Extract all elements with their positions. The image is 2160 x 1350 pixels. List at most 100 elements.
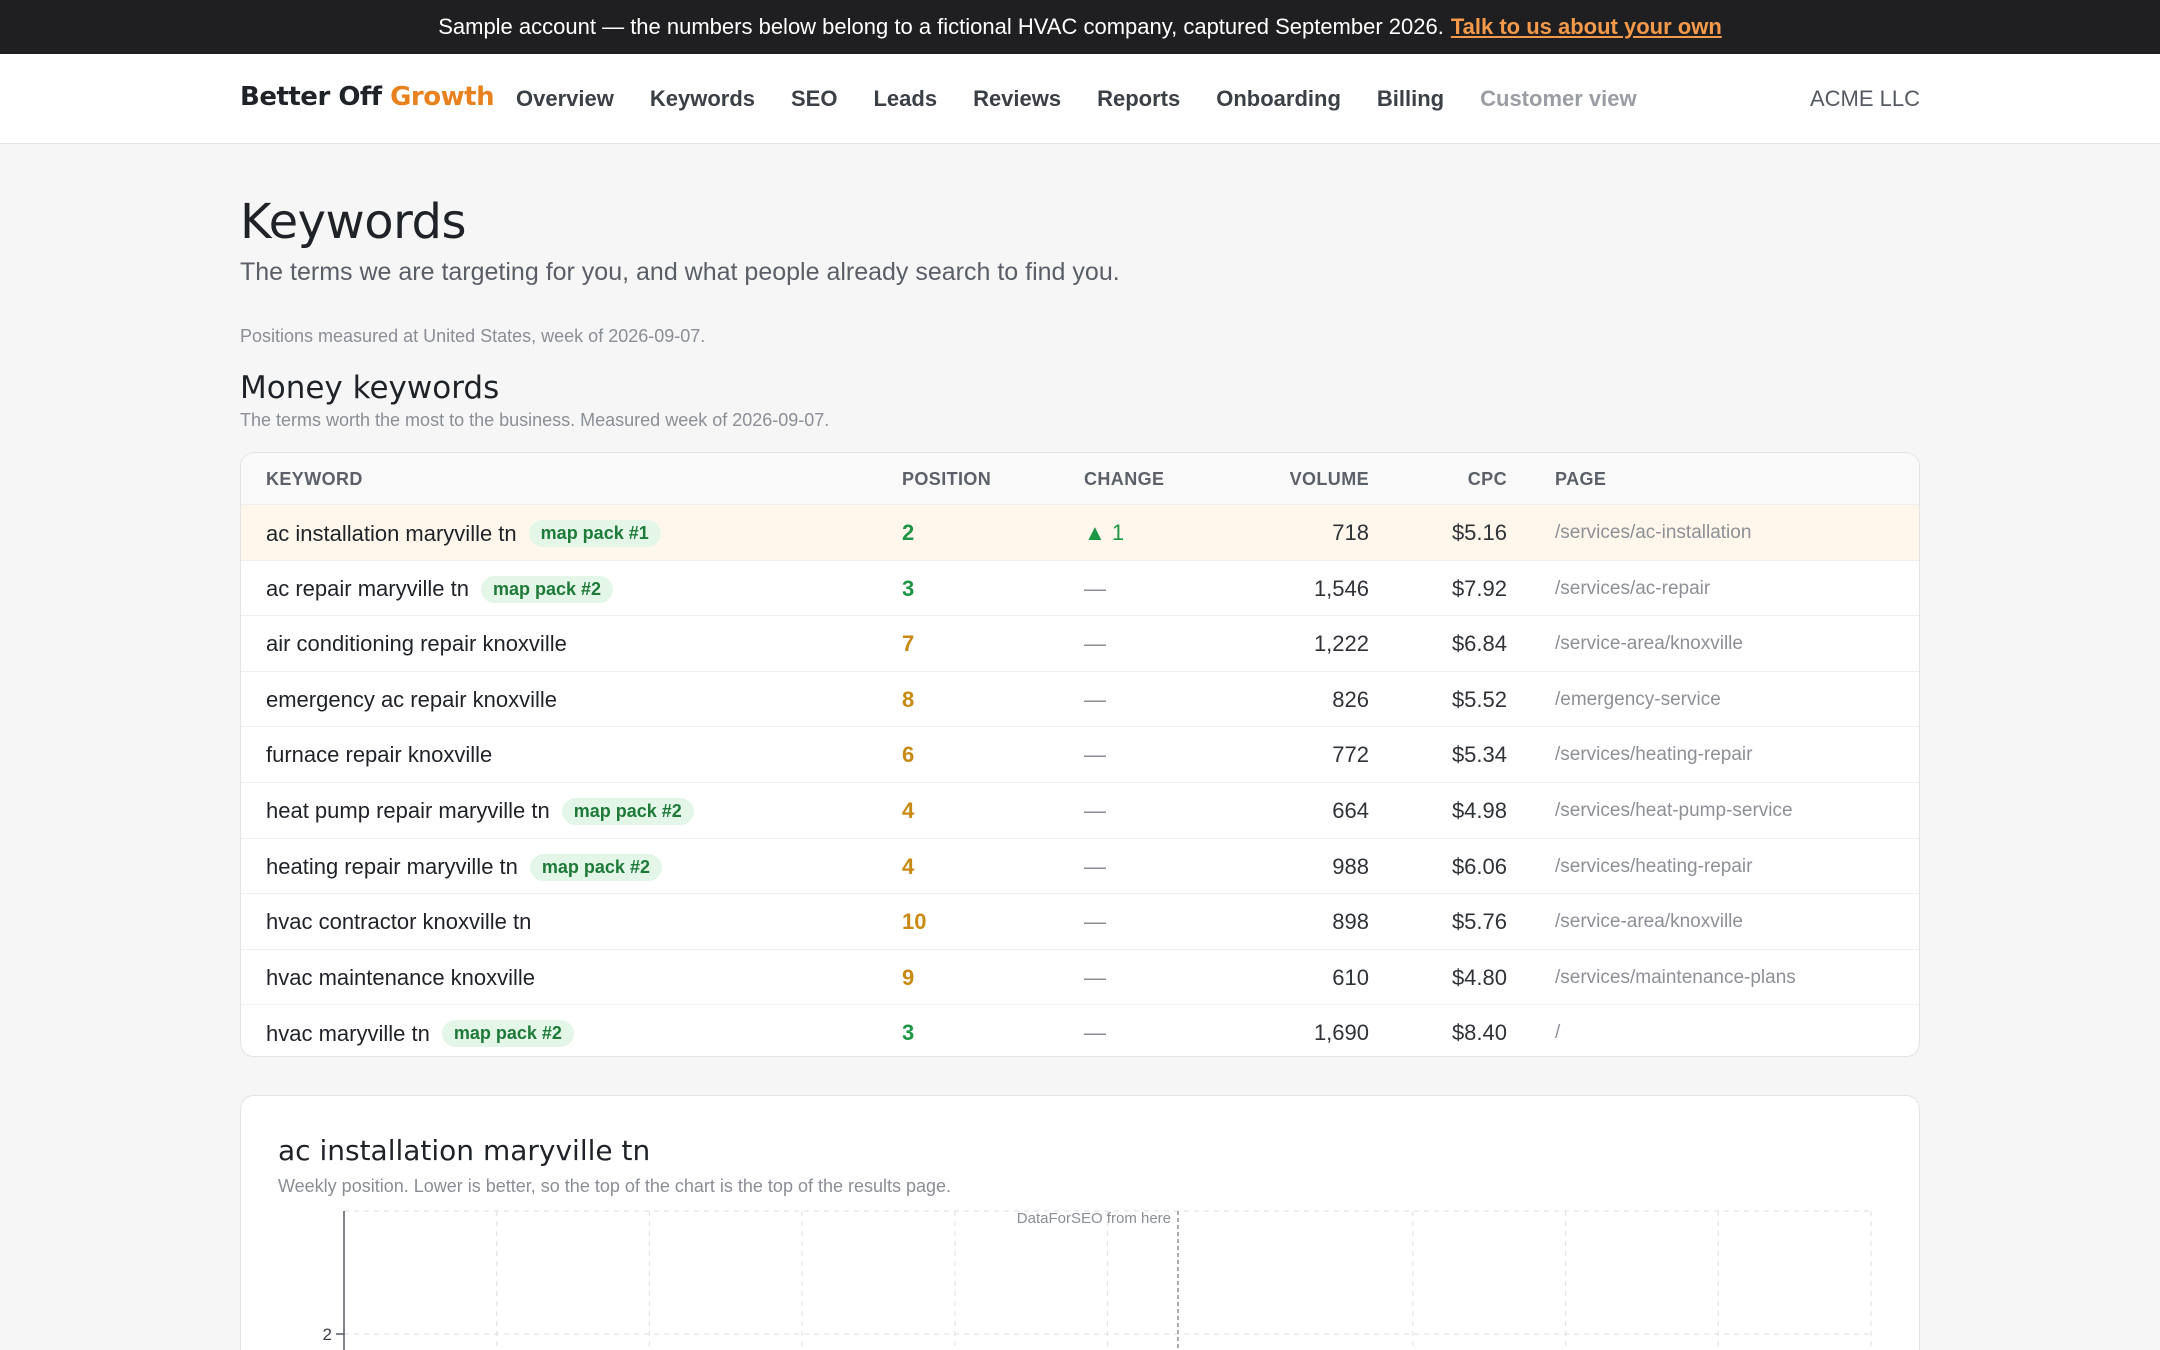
keyword-cell: hvac maintenance knoxville <box>266 965 535 991</box>
position-cell: 4 <box>902 797 915 823</box>
nav-billing[interactable]: Billing <box>1377 86 1444 112</box>
keyword-cell: ac repair maryville tn map pack #2 <box>266 575 614 603</box>
nav-overview[interactable]: Overview <box>516 86 614 112</box>
change-cell: — <box>1084 853 1106 879</box>
page-cell[interactable]: /services/heating-repair <box>1555 856 1752 878</box>
money-keywords-table: KEYWORD POSITION CHANGE VOLUME CPC PAGE … <box>240 452 1920 1057</box>
column-header-change: CHANGE <box>1084 469 1165 489</box>
position-cell: 4 <box>902 853 915 879</box>
change-cell: — <box>1084 631 1106 657</box>
page-cell[interactable]: /services/ac-repair <box>1555 578 1710 600</box>
page-cell[interactable]: /services/ac-installation <box>1555 522 1751 544</box>
nav-reviews[interactable]: Reviews <box>973 86 1061 112</box>
keyword-cell: ac installation maryville tn map pack #1 <box>266 520 661 547</box>
banner-contact-link[interactable]: Talk to us about your own <box>1451 14 1722 40</box>
sample-account-banner: Sample account — the numbers below belon… <box>0 0 2160 54</box>
table-row[interactable]: hvac maryville tn map pack #2 3 — 1,690 $8.40… <box>241 1005 1919 1056</box>
nav-reports[interactable]: Reports <box>1097 86 1180 112</box>
chart-plot: 2 DataForSEO from here <box>323 1210 1872 1350</box>
table-body: ac installation maryville tn map pack #1 2… <box>241 505 1919 1056</box>
map-pack-badge: map pack #2 <box>561 797 694 825</box>
cpc-cell: $5.16 <box>1451 520 1507 545</box>
change-cell: — <box>1084 575 1106 601</box>
measurement-note: Positions measured at United States, wee… <box>240 326 706 346</box>
top-navigation: Better Off Growth Overview Keywords SEO … <box>0 54 2160 144</box>
keyword-cell: hvac contractor knoxville tn <box>266 909 531 935</box>
nav-keywords[interactable]: Keywords <box>650 86 755 112</box>
nav-seo[interactable]: SEO <box>791 86 837 112</box>
keyword-cell: emergency ac repair knoxville <box>266 687 557 713</box>
volume-cell: 826 <box>1332 686 1369 712</box>
page-cell[interactable]: /service-area/knoxville <box>1555 911 1743 933</box>
keyword-text: hvac maintenance knoxville <box>266 964 536 990</box>
cpc-cell: $4.98 <box>1451 797 1507 823</box>
keyword-text: hvac contractor knoxville tn <box>266 909 532 935</box>
column-header-cpc: CPC <box>1467 469 1507 489</box>
keyword-text: furnace repair knoxville <box>266 742 493 768</box>
page-title: Keywords <box>240 194 467 250</box>
brand-name-part2: Growth <box>390 82 495 112</box>
nav-onboarding[interactable]: Onboarding <box>1216 86 1341 112</box>
map-pack-badge: map pack #2 <box>441 1020 574 1048</box>
brand-logo[interactable]: Better Off Growth <box>240 82 495 112</box>
volume-cell: 772 <box>1332 742 1369 768</box>
page-cell[interactable]: /services/heating-repair <box>1555 744 1752 766</box>
table-row[interactable]: ac repair maryville tn map pack #2 3 — 1,546… <box>241 561 1919 617</box>
position-cell: 6 <box>902 742 915 768</box>
column-header-page: PAGE <box>1555 469 1607 489</box>
page-cell[interactable]: /services/heat-pump-service <box>1555 800 1793 822</box>
cpc-cell: $5.76 <box>1451 909 1507 935</box>
table-row[interactable]: hvac contractor knoxville tn 10 — 898 $5.76 /… <box>241 894 1919 950</box>
table-row[interactable]: heat pump repair maryville tn map pack #2… <box>241 783 1919 839</box>
page-subtitle: The terms we are targeting for you, and … <box>240 258 1120 286</box>
keyword-text: heating repair maryville tn <box>266 854 518 880</box>
cpc-cell: $6.84 <box>1451 631 1507 657</box>
chart-y-tick-label: 2 <box>323 1325 332 1344</box>
table-row[interactable]: furnace repair knoxville 6 — 772 $5.34/servi… <box>241 727 1919 783</box>
position-cell: 8 <box>902 686 915 712</box>
nav-links: Overview Keywords SEO Leads Reviews Repo… <box>516 54 1673 144</box>
volume-cell: 988 <box>1332 853 1369 879</box>
keyword-text: hvac maryville tn <box>266 1020 430 1046</box>
brand-name-part1: Better Off <box>240 82 391 112</box>
keyword-position-chart: ac installation maryville tn Weekly posi… <box>240 1095 1920 1350</box>
table-row[interactable]: air conditioning repair knoxville 7 — 1,222… <box>241 616 1919 672</box>
banner-text: Sample account — the numbers below belon… <box>438 14 1444 39</box>
chart-annotation-label: DataForSEO from here <box>1017 1210 1171 1227</box>
table-row[interactable]: heating repair maryville tn map pack #2 4 —… <box>241 839 1919 895</box>
position-cell: 10 <box>902 909 927 935</box>
volume-cell: 718 <box>1332 520 1369 545</box>
cpc-cell: $7.92 <box>1451 575 1507 601</box>
page-cell[interactable]: /service-area/knoxville <box>1555 633 1743 655</box>
table-row[interactable]: hvac maintenance knoxville 9 — 610 $4.80/ser… <box>241 950 1919 1006</box>
account-name[interactable]: ACME LLC <box>1810 86 1920 112</box>
position-cell: 3 <box>902 1020 915 1046</box>
table-row[interactable]: emergency ac repair knoxville 8 — 826 $5.52 /… <box>241 672 1919 728</box>
nav-leads[interactable]: Leads <box>873 86 937 112</box>
map-pack-badge: map pack #2 <box>480 575 614 603</box>
column-header-keyword: KEYWORD <box>266 469 363 489</box>
position-cell: 2 <box>902 520 915 545</box>
money-keywords-note: The terms worth the most to the business… <box>240 410 830 430</box>
nav-customer-view[interactable]: Customer view <box>1480 86 1637 112</box>
page-cell[interactable]: /emergency-service <box>1555 689 1721 711</box>
table-row[interactable]: ac installation maryville tn map pack #1 2… <box>241 505 1919 561</box>
keyword-text: ac repair maryville tn <box>266 576 469 602</box>
keyword-text: ac installation maryville tn <box>266 520 517 546</box>
change-cell: — <box>1084 797 1106 823</box>
keyword-cell: air conditioning repair knoxville <box>266 631 567 657</box>
cpc-cell: $8.40 <box>1451 1020 1507 1046</box>
money-keywords-title: Money keywords <box>240 370 500 406</box>
cpc-cell: $5.34 <box>1451 742 1507 768</box>
volume-cell: 1,222 <box>1313 631 1369 657</box>
keyword-cell: heat pump repair maryville tn map pack #2 <box>266 797 694 825</box>
keyword-text: heat pump repair maryville tn <box>266 798 550 824</box>
cpc-cell: $4.80 <box>1451 964 1507 990</box>
map-pack-badge: map pack #1 <box>528 520 661 547</box>
page-cell[interactable]: / <box>1555 1022 1560 1044</box>
position-cell: 3 <box>902 575 915 601</box>
volume-cell: 898 <box>1332 909 1369 935</box>
volume-cell: 664 <box>1332 797 1369 823</box>
volume-cell: 610 <box>1332 964 1369 990</box>
page-cell[interactable]: /services/maintenance-plans <box>1555 967 1796 989</box>
